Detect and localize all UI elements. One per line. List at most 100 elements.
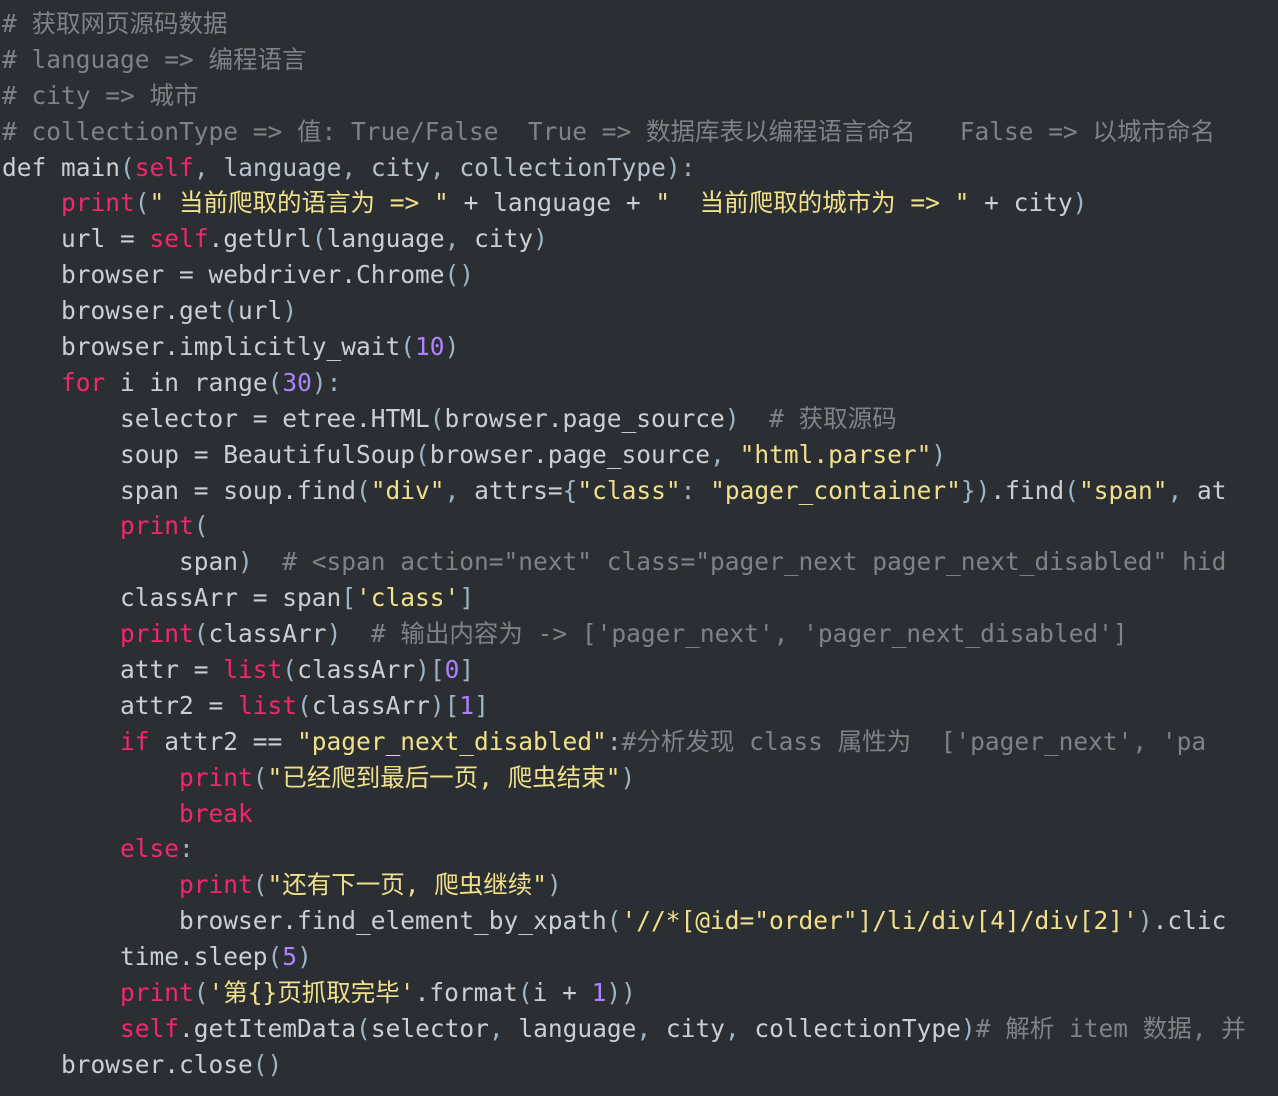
code-line[interactable]: selector = etree.HTML(browser.page_sourc… (0, 401, 1278, 437)
code-line[interactable]: # collectionType => 值: True/False True =… (0, 114, 1278, 150)
code-token-punct: ( (282, 655, 298, 685)
code-line[interactable]: # language => 编程语言 (0, 42, 1278, 78)
code-token-param: collectionType (459, 152, 666, 182)
code-line[interactable]: browser = webdriver.Chrome() (0, 257, 1278, 293)
code-token-string: "html.parser" (739, 439, 932, 469)
code-line[interactable]: soup = BeautifulSoup(browser.page_source… (0, 437, 1278, 473)
code-token-punct: , (488, 1013, 519, 1043)
code-token-ident: attrs= (474, 475, 563, 505)
code-line[interactable]: print('第{}页抓取完毕'.format(i + 1)) (0, 975, 1278, 1011)
code-line[interactable]: # city => 城市 (0, 78, 1278, 114)
code-line[interactable]: browser.find_element_by_xpath('//*[@id="… (0, 903, 1278, 939)
code-token-punct: ] (459, 583, 475, 613)
code-token-string: "pager_next_disabled" (297, 726, 607, 756)
code-token-punct: ): (311, 367, 342, 397)
code-line[interactable]: self.getItemData(selector, language, cit… (0, 1011, 1278, 1047)
code-token-ident: browser.close (61, 1049, 253, 1079)
code-line[interactable]: break (0, 796, 1278, 832)
code-line[interactable]: print("还有下一页, 爬虫继续") (0, 867, 1278, 903)
code-token-keyword: if (120, 726, 150, 756)
code-token-ident: classArr (208, 619, 327, 649)
code-token-ident: range (179, 367, 268, 397)
code-line[interactable]: else: (0, 831, 1278, 867)
code-token-punct: , (710, 439, 740, 469)
code-token-comment: # 输出内容为 -> ['pager_next', 'pager_next_di… (341, 619, 1128, 649)
code-token-punct: ( (267, 367, 283, 397)
code-line[interactable]: span) # <span action="next" class="pager… (0, 544, 1278, 580)
code-token-punct: , (429, 152, 460, 182)
code-token-plain: main (46, 152, 121, 182)
code-token-ident: classArr (297, 655, 416, 685)
code-token-func: print (120, 511, 194, 541)
code-line[interactable]: span = soup.find("div", attrs={"class": … (0, 473, 1278, 509)
code-token-punct: ) (238, 547, 253, 577)
code-token-punct: ) (960, 1013, 976, 1043)
code-content[interactable]: # 获取网页源码数据 # language => 编程语言 # city => 城市… (0, 6, 1278, 1083)
code-token-ident: attr2 == (149, 726, 298, 756)
code-token-ident: at (1196, 475, 1227, 505)
code-token-punct: , (444, 475, 475, 505)
code-token-punct: () (444, 260, 475, 290)
code-line[interactable]: print(" 当前爬取的语言为 => " + language + " 当前爬… (0, 185, 1278, 221)
code-token-ident: .getItemData (179, 1013, 357, 1043)
code-token-punct: ) (326, 619, 342, 649)
code-line[interactable]: url = self.getUrl(language, city) (0, 221, 1278, 257)
code-token-punct: ( (193, 511, 209, 541)
code-token-punct: ) (282, 296, 298, 326)
code-line[interactable]: for i in range(30): (0, 365, 1278, 401)
code-token-punct: , (341, 152, 371, 182)
code-token-param: language (223, 152, 342, 182)
code-token-punct: , (636, 1013, 666, 1043)
code-token-punct: ) (931, 439, 947, 469)
code-line[interactable]: print("已经爬到最后一页, 爬虫结束") (0, 760, 1278, 796)
code-line[interactable]: print(classArr) # 输出内容为 -> ['pager_next'… (0, 616, 1278, 652)
code-token-punct: ) (547, 870, 562, 900)
code-line[interactable]: browser.get(url) (0, 293, 1278, 329)
code-token-number: 5 (282, 942, 298, 972)
code-token-punct: ( (120, 152, 135, 182)
code-line[interactable]: browser.close() (0, 1047, 1278, 1083)
code-token-punct: )) (606, 978, 636, 1008)
code-token-ident: browser.get (61, 296, 224, 326)
code-line[interactable]: classArr = span['class'] (0, 580, 1278, 616)
code-token-punct: ( (1064, 475, 1079, 505)
code-line[interactable]: def main(self, language, city, collectio… (0, 150, 1278, 186)
code-token-punct: ( (415, 439, 430, 469)
code-editor[interactable]: # 获取网页源码数据 # language => 编程语言 # city => 城市… (0, 0, 1278, 1096)
code-token-punct: , (724, 1013, 755, 1043)
code-line[interactable]: print( (0, 508, 1278, 544)
code-token-keyword: else (120, 834, 180, 864)
code-token-ident: language (493, 188, 612, 218)
code-token-ident: span (179, 547, 239, 577)
code-token-punct: ) (1137, 906, 1153, 936)
code-token-punct: , (1167, 475, 1197, 505)
code-token-plain: + (448, 188, 494, 218)
code-line[interactable]: browser.implicitly_wait(10) (0, 329, 1278, 365)
code-token-punct: ) (533, 224, 548, 254)
code-token-punct: ( (297, 690, 312, 720)
code-line[interactable]: if attr2 == "pager_next_disabled":#分析发现 … (0, 724, 1278, 760)
code-token-punct: ): (665, 152, 696, 182)
code-line[interactable]: attr2 = list(classArr)[1] (0, 688, 1278, 724)
code-token-punct: ] (459, 655, 475, 685)
code-token-punct: ) (297, 942, 312, 972)
code-token-ident: selector = etree.HTML (120, 403, 430, 433)
code-line[interactable]: # 获取网页源码数据 (0, 6, 1278, 42)
code-line[interactable]: attr = list(classArr)[0] (0, 652, 1278, 688)
code-token-ident: classArr (311, 690, 430, 720)
code-line[interactable]: time.sleep(5) (0, 939, 1278, 975)
code-token-ident: .find (990, 475, 1065, 505)
code-token-plain: + (611, 188, 656, 218)
code-token-string: "span" (1078, 475, 1168, 505)
code-token-comment: # collectionType => 值: True/False True =… (2, 116, 1216, 146)
code-token-punct: ) (444, 332, 460, 362)
code-token-ident: language (518, 1013, 637, 1043)
code-token-punct: ( (356, 475, 371, 505)
